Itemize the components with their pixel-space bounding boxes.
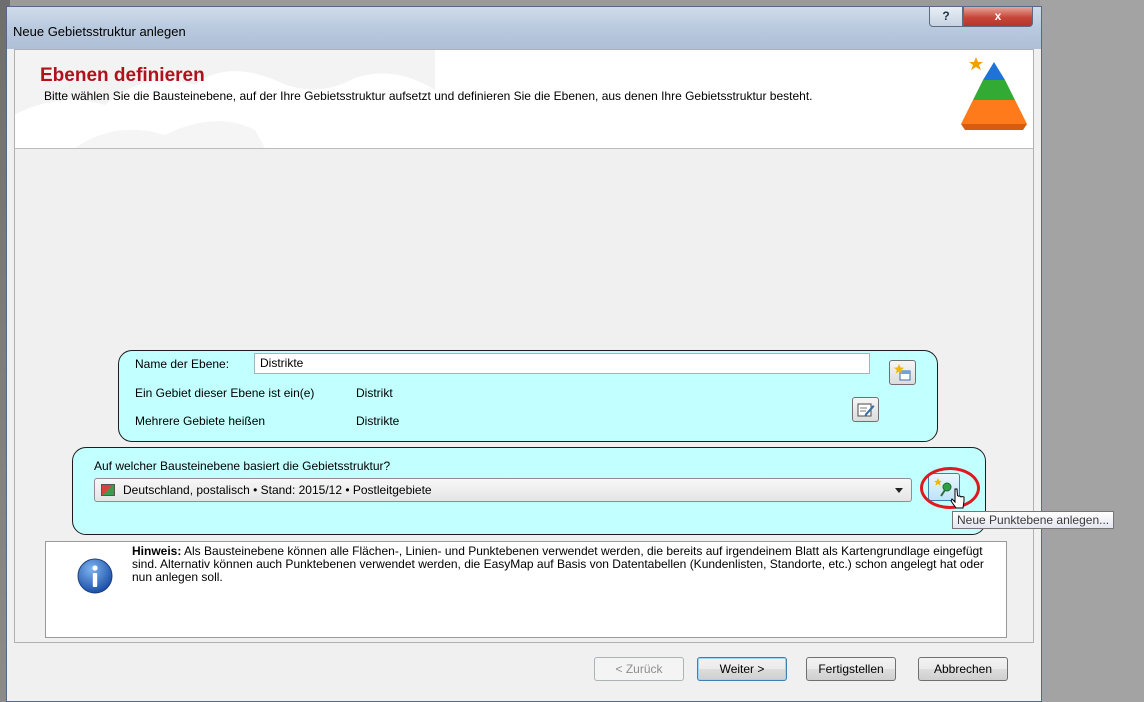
mouse-cursor-icon xyxy=(950,488,965,509)
edit-icon xyxy=(857,403,874,416)
singular-value: Distrikt xyxy=(356,386,393,400)
page-title: Ebenen definieren xyxy=(40,65,205,86)
new-level-icon xyxy=(893,363,910,380)
window-title: Neue Gebietsstruktur anlegen xyxy=(13,24,186,39)
next-button[interactable]: Weiter > xyxy=(697,657,787,681)
level-name-label: Name der Ebene: xyxy=(135,357,230,371)
cancel-button[interactable]: Abbrechen xyxy=(918,657,1008,681)
new-level-button[interactable] xyxy=(889,360,916,385)
edit-level-button[interactable] xyxy=(852,397,879,422)
help-button[interactable]: ? xyxy=(929,7,963,27)
base-level-selected: Deutschland, postalisch • Stand: 2015/12… xyxy=(123,483,432,497)
hint-text: Hinweis: Als Bausteinebene können alle F… xyxy=(132,545,992,584)
finish-button[interactable]: Fertigstellen xyxy=(806,657,896,681)
back-button[interactable]: < Zurück xyxy=(594,657,684,681)
base-level-question: Auf welcher Bausteinebene basiert die Ge… xyxy=(94,459,391,473)
wizard-header: Ebenen definieren Bitte wählen Sie die B… xyxy=(15,50,1033,149)
page-description: Bitte wählen Sie die Bausteinebene, auf … xyxy=(44,89,813,103)
desktop-background-right xyxy=(1040,0,1144,702)
close-button[interactable]: x xyxy=(963,7,1033,27)
hint-label: Hinweis: xyxy=(132,544,182,558)
plural-label: Mehrere Gebiete heißen xyxy=(135,414,266,428)
title-bar[interactable]: Neue Gebietsstruktur anlegen ? x xyxy=(7,7,1041,49)
pyramid-icon xyxy=(961,57,1027,130)
tooltip: Neue Punktebene anlegen... xyxy=(952,511,1115,529)
area-layer-icon xyxy=(101,484,115,496)
plural-value: Distrikte xyxy=(356,414,400,428)
base-level-select[interactable]: Deutschland, postalisch • Stand: 2015/12… xyxy=(94,478,912,502)
level-name-input[interactable]: Distrikte xyxy=(254,353,870,374)
chevron-down-icon[interactable] xyxy=(895,488,903,493)
info-icon xyxy=(77,558,113,594)
singular-label: Ein Gebiet dieser Ebene ist ein(e) xyxy=(135,386,315,400)
hint-body: Als Bausteinebene können alle Flächen-, … xyxy=(132,544,984,584)
